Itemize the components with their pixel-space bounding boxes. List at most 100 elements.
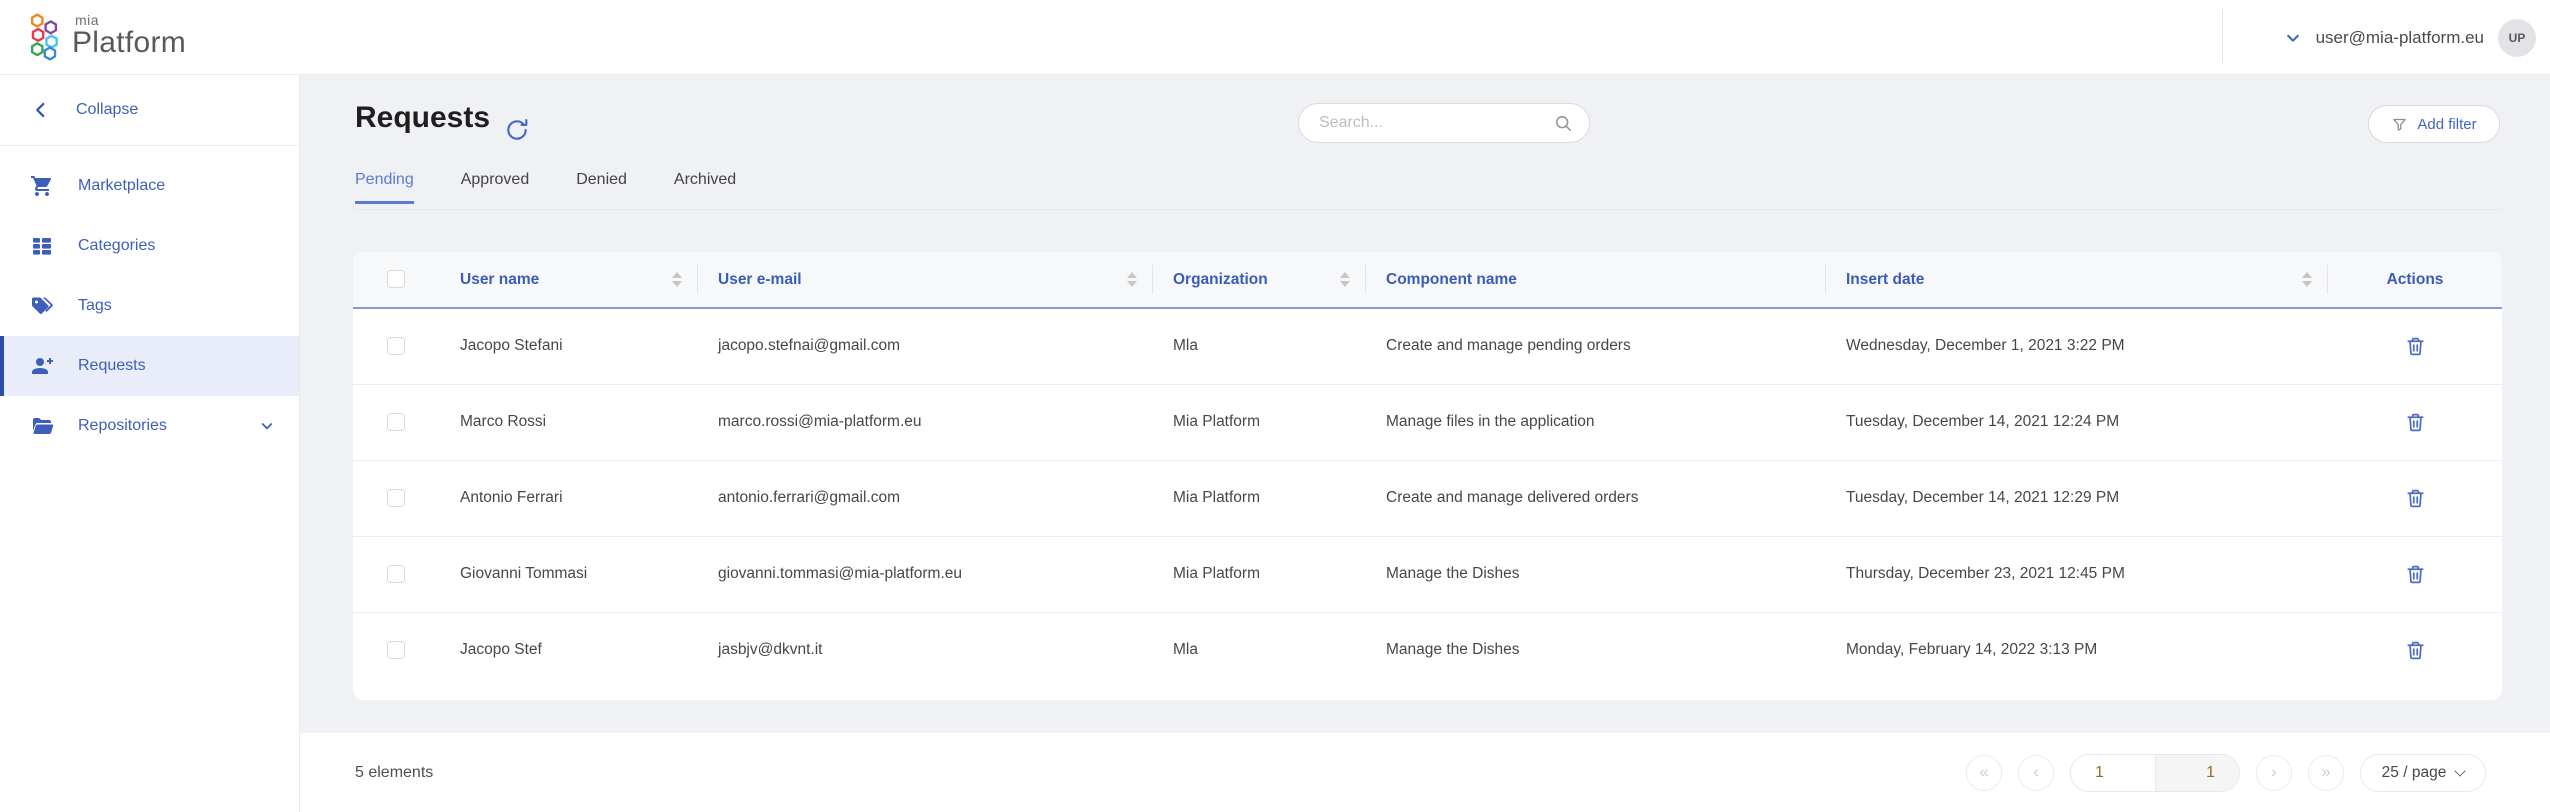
chevron-down-icon xyxy=(261,423,273,430)
main-content: Requests Add filter Pending Approved Den… xyxy=(300,75,2550,733)
search-box xyxy=(1298,103,1590,143)
column-header-insert-date[interactable]: Insert date xyxy=(1826,252,2328,309)
collapse-label: Collapse xyxy=(76,101,139,118)
filter-icon xyxy=(2393,118,2407,131)
requests-table-card: User name User e-mail Organization Compo… xyxy=(353,252,2502,700)
cell-user-email: giovanni.tommasi@mia-platform.eu xyxy=(698,535,1153,612)
topbar-divider xyxy=(2222,10,2223,62)
tab-bar: Pending Approved Denied Archived xyxy=(355,171,736,204)
table-row[interactable]: Giovanni Tommasi giovanni.tommasi@mia-pl… xyxy=(353,535,2502,612)
sort-icon[interactable] xyxy=(672,272,682,287)
row-checkbox[interactable] xyxy=(386,337,405,356)
user-add-icon xyxy=(32,358,53,374)
select-all-checkbox[interactable] xyxy=(386,270,405,289)
delete-button[interactable] xyxy=(2400,635,2431,666)
last-page-button[interactable]: » xyxy=(2308,754,2344,791)
tab-archived[interactable]: Archived xyxy=(674,171,736,204)
sidebar-item-categories[interactable]: Categories xyxy=(0,216,299,276)
sort-icon[interactable] xyxy=(1127,272,1137,287)
trash-icon xyxy=(2406,337,2424,355)
sort-icon[interactable] xyxy=(1340,272,1350,287)
brand-text-mia: mia xyxy=(75,12,100,28)
table-row[interactable]: Jacopo Stefani jacopo.stefnai@gmail.com … xyxy=(353,308,2502,384)
mia-platform-logo: mia Platform xyxy=(26,13,186,61)
app-window: mia Platform user@mia-platform.eu UP Col… xyxy=(0,0,2550,812)
sidebar-item-marketplace[interactable]: Marketplace xyxy=(0,156,299,216)
cell-component-name: Manage the Dishes xyxy=(1366,611,1826,688)
row-checkbox[interactable] xyxy=(386,412,405,431)
cell-component-name: Create and manage pending orders xyxy=(1386,337,1631,355)
tab-pending[interactable]: Pending xyxy=(355,171,414,204)
sidebar-item-tags[interactable]: Tags xyxy=(0,276,299,336)
sidebar-item-repositories[interactable]: Repositories xyxy=(0,396,299,456)
cell-insert-date: Tuesday, December 14, 2021 12:29 PM xyxy=(1826,459,2328,536)
cell-organization: Mia Platform xyxy=(1153,535,1366,612)
trash-icon xyxy=(2406,413,2424,431)
cell-component-name: Create and manage delivered orders xyxy=(1366,459,1826,536)
column-header-actions: Actions xyxy=(2328,252,2502,309)
delete-button[interactable] xyxy=(2400,559,2431,590)
table-row[interactable]: Antonio Ferrari antonio.ferrari@gmail.co… xyxy=(353,459,2502,536)
user-menu[interactable]: user@mia-platform.eu UP xyxy=(2284,0,2536,75)
chevron-down-icon xyxy=(2286,34,2299,42)
first-page-button[interactable]: « xyxy=(1966,754,2002,791)
tab-approved[interactable]: Approved xyxy=(461,171,530,204)
sort-icon[interactable] xyxy=(2302,272,2312,287)
row-checkbox[interactable] xyxy=(386,564,405,583)
table-footer: 5 elements « ‹ 1 1 › » 25 / page xyxy=(300,733,2550,812)
table-row[interactable]: Jacopo Stef jasbjv@dkvnt.it Mla Manage t… xyxy=(353,611,2502,688)
refresh-button[interactable] xyxy=(502,116,532,146)
page-jumper: 1 1 xyxy=(2070,753,2240,792)
cell-user-name: Antonio Ferrari xyxy=(438,459,698,536)
cell-user-email: marco.rossi@mia-platform.eu xyxy=(698,383,1153,460)
cell-organization: Mla xyxy=(1153,611,1366,688)
page-size-select[interactable]: 25 / page xyxy=(2360,753,2486,792)
tab-denied[interactable]: Denied xyxy=(576,171,627,204)
sidebar-item-requests[interactable]: Requests xyxy=(0,336,299,396)
topbar: mia Platform user@mia-platform.eu UP xyxy=(0,0,2550,75)
user-email: user@mia-platform.eu xyxy=(2315,27,2484,47)
refresh-icon xyxy=(507,118,528,140)
column-header-user-email[interactable]: User e-mail xyxy=(698,252,1153,309)
pagination: « ‹ 1 1 › » 25 / page xyxy=(1966,733,2486,812)
folder-icon xyxy=(33,418,54,434)
tabs-divider xyxy=(355,209,2502,210)
sidebar-collapse-button[interactable]: Collapse xyxy=(0,75,299,146)
table-body: Jacopo Stefani jacopo.stefnai@gmail.com … xyxy=(353,308,2502,688)
search-input[interactable] xyxy=(1319,114,1553,132)
next-page-button[interactable]: › xyxy=(2256,754,2292,791)
delete-button[interactable] xyxy=(2400,483,2431,514)
cell-user-email: jasbjv@dkvnt.it xyxy=(698,611,1153,688)
requests-table: User name User e-mail Organization Compo… xyxy=(353,252,2502,688)
cell-insert-date: Tuesday, December 14, 2021 12:24 PM xyxy=(1826,383,2328,460)
sidebar-item-label: Requests xyxy=(78,357,146,374)
add-filter-button[interactable]: Add filter xyxy=(2368,105,2500,143)
search-icon[interactable] xyxy=(1553,113,1573,133)
brand-text-platform: Platform xyxy=(72,26,187,59)
previous-page-button[interactable]: ‹ xyxy=(2018,754,2054,791)
cell-insert-date: Thursday, December 23, 2021 12:45 PM xyxy=(1826,535,2328,612)
current-page-input[interactable]: 1 xyxy=(2071,755,2155,791)
column-header-organization[interactable]: Organization xyxy=(1153,252,1366,309)
cell-user-email: jacopo.stefnai@gmail.com xyxy=(718,337,901,355)
total-pages-value: 1 xyxy=(2154,754,2239,791)
avatar: UP xyxy=(2498,18,2536,57)
logo-hexagons-icon xyxy=(30,13,58,61)
column-header-user-name[interactable]: User name xyxy=(438,252,698,309)
column-header-component-name: Component name xyxy=(1366,252,1826,309)
delete-button[interactable] xyxy=(2400,331,2431,362)
cart-icon xyxy=(31,176,52,196)
row-checkbox[interactable] xyxy=(386,488,405,507)
delete-button[interactable] xyxy=(2400,407,2431,438)
select-all-header[interactable] xyxy=(353,252,438,309)
trash-icon xyxy=(2406,489,2424,507)
cell-user-email: antonio.ferrari@gmail.com xyxy=(698,459,1153,536)
row-checkbox[interactable] xyxy=(386,641,405,660)
sidebar-item-label: Tags xyxy=(78,297,112,314)
cell-user-name: Marco Rossi xyxy=(438,383,698,460)
tags-icon xyxy=(32,297,53,314)
trash-icon xyxy=(2406,641,2424,659)
table-row[interactable]: Marco Rossi marco.rossi@mia-platform.eu … xyxy=(353,383,2502,460)
cell-organization: Mla xyxy=(1173,337,1198,355)
chevron-down-icon xyxy=(2454,764,2466,777)
